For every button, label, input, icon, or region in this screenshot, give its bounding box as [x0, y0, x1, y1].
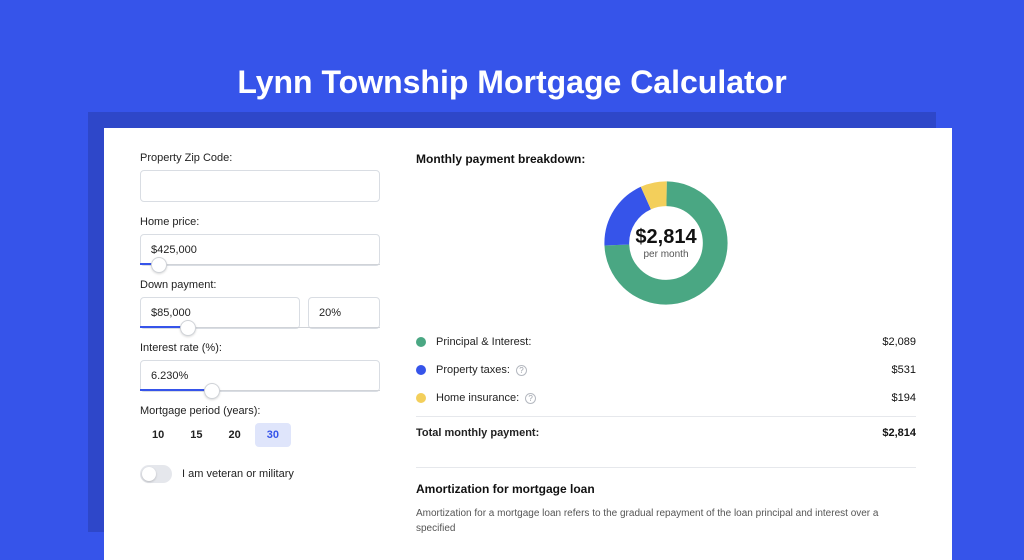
zip-label: Property Zip Code: [140, 152, 380, 164]
zip-field: Property Zip Code: [140, 152, 380, 202]
page-title: Lynn Township Mortgage Calculator [0, 0, 1024, 101]
legend-item-total: Total monthly payment: $2,814 [416, 416, 916, 447]
interest-rate-slider[interactable] [140, 390, 380, 391]
down-payment-field: Down payment: [140, 279, 380, 328]
period-30[interactable]: 30 [255, 423, 291, 447]
calculator-card: Property Zip Code: Home price: Down paym… [104, 128, 952, 560]
down-payment-amount-input[interactable] [140, 297, 300, 329]
down-payment-slider[interactable] [140, 327, 380, 328]
down-payment-label: Down payment: [140, 279, 380, 291]
donut-sub: per month [635, 249, 696, 260]
slider-thumb[interactable] [180, 320, 196, 336]
toggle-knob [142, 467, 156, 481]
swatch-blue [416, 365, 426, 375]
veteran-label: I am veteran or military [182, 468, 294, 480]
period-15[interactable]: 15 [178, 423, 214, 447]
amortization-title: Amortization for mortgage loan [416, 482, 916, 496]
home-price-field: Home price: [140, 216, 380, 265]
divider [416, 467, 916, 468]
period-10[interactable]: 10 [140, 423, 176, 447]
home-price-slider[interactable] [140, 264, 380, 265]
mortgage-period-label: Mortgage period (years): [140, 405, 380, 417]
legend-total-value: $2,814 [882, 427, 916, 439]
breakdown-column: Monthly payment breakdown: $2,814 per mo… [416, 152, 916, 536]
legend-value: $2,089 [882, 336, 916, 348]
legend-label: Property taxes: [436, 364, 510, 376]
legend: Principal & Interest: $2,089 Property ta… [416, 328, 916, 447]
veteran-row: I am veteran or military [140, 465, 380, 483]
home-price-label: Home price: [140, 216, 380, 228]
zip-input[interactable] [140, 170, 380, 202]
legend-value: $194 [892, 392, 916, 404]
veteran-toggle[interactable] [140, 465, 172, 483]
legend-label: Home insurance: [436, 392, 519, 404]
legend-label: Principal & Interest: [436, 336, 531, 348]
donut-center: $2,814 per month [635, 226, 696, 260]
form-column: Property Zip Code: Home price: Down paym… [140, 152, 380, 536]
home-price-input[interactable] [140, 234, 380, 266]
breakdown-title: Monthly payment breakdown: [416, 152, 916, 166]
amortization-text: Amortization for a mortgage loan refers … [416, 506, 916, 536]
interest-rate-label: Interest rate (%): [140, 342, 380, 354]
info-icon[interactable]: ? [525, 393, 536, 404]
legend-item-principal: Principal & Interest: $2,089 [416, 328, 916, 356]
legend-item-taxes: Property taxes: ? $531 [416, 356, 916, 384]
slider-thumb[interactable] [151, 257, 167, 273]
slider-thumb[interactable] [204, 383, 220, 399]
legend-total-label: Total monthly payment: [416, 427, 539, 439]
donut-amount: $2,814 [635, 226, 696, 249]
period-20[interactable]: 20 [217, 423, 253, 447]
legend-item-insurance: Home insurance: ? $194 [416, 384, 916, 412]
info-icon[interactable]: ? [516, 365, 527, 376]
interest-rate-field: Interest rate (%): [140, 342, 380, 391]
donut-chart: $2,814 per month [416, 178, 916, 308]
interest-rate-input[interactable] [140, 360, 380, 392]
swatch-green [416, 337, 426, 347]
legend-value: $531 [892, 364, 916, 376]
swatch-yellow [416, 393, 426, 403]
period-options: 10 15 20 30 [140, 423, 380, 447]
down-payment-percent-input[interactable] [308, 297, 380, 329]
mortgage-period-field: Mortgage period (years): 10 15 20 30 [140, 405, 380, 447]
